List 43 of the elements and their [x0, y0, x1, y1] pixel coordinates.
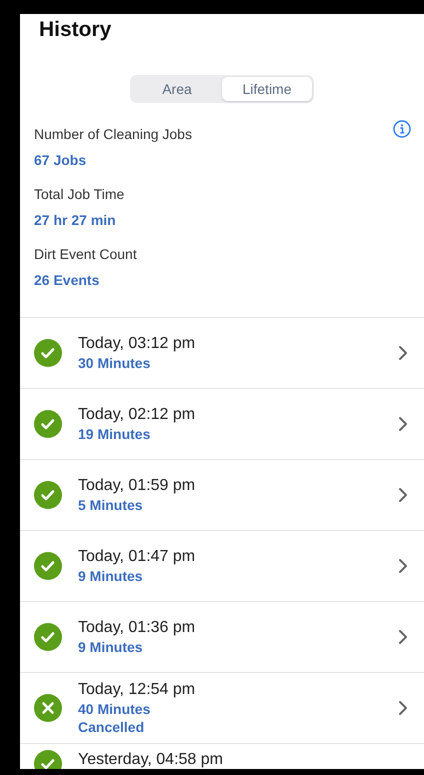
job-duration: 19 Minutes: [78, 425, 152, 443]
segment-tab[interactable]: Area: [132, 77, 222, 101]
job-time: Today, 01:36 pm: [78, 618, 196, 638]
job-row[interactable]: Today, 01:59 pm 5 Minutes: [20, 460, 424, 531]
chevron-right-icon: [398, 416, 408, 432]
page-title: History: [38, 17, 112, 43]
job-row[interactable]: Yesterday, 04:58 pm: [20, 744, 424, 769]
job-time: Yesterday, 04:58 pm: [78, 750, 224, 769]
job-row[interactable]: Today, 03:12 pm 30 Minutes: [20, 318, 424, 389]
job-duration: 9 Minutes: [78, 638, 144, 656]
job-time: Today, 01:59 pm: [78, 476, 196, 496]
job-duration: 9 Minutes: [78, 567, 144, 585]
chevron-right-icon: [398, 700, 408, 716]
stat-value: 27 hr 27 min: [34, 211, 116, 229]
job-time: Today, 01:47 pm: [78, 547, 196, 567]
job-row[interactable]: Today, 01:47 pm 9 Minutes: [20, 531, 424, 602]
job-duration: 40 Minutes: [78, 700, 152, 718]
segment-tab[interactable]: Lifetime: [222, 77, 312, 101]
check-circle-icon: [34, 552, 62, 580]
job-duration: 30 Minutes: [78, 354, 152, 372]
job-time: Today, 03:12 pm: [78, 334, 196, 354]
chevron-right-icon: [398, 629, 408, 645]
job-row[interactable]: Today, 12:54 pm 40 Minutes Cancelled: [20, 673, 424, 744]
cross-circle-icon: [34, 694, 62, 722]
stat-value: 26 Events: [34, 271, 100, 289]
job-time: Today, 02:12 pm: [78, 405, 196, 425]
chevron-right-icon: [398, 345, 408, 361]
chevron-right-icon: [398, 487, 408, 503]
check-circle-icon: [34, 623, 62, 651]
job-duration: 5 Minutes: [78, 496, 144, 514]
job-row[interactable]: Today, 02:12 pm 19 Minutes: [20, 389, 424, 460]
job-time: Today, 12:54 pm: [78, 680, 196, 700]
stat-label: Number of Cleaning Jobs: [34, 125, 192, 143]
stat-label: Dirt Event Count: [34, 245, 137, 263]
job-row[interactable]: Today, 01:36 pm 9 Minutes: [20, 602, 424, 673]
info-icon[interactable]: [393, 120, 411, 138]
job-status: Cancelled: [78, 718, 146, 736]
stat-value: 67 Jobs: [34, 151, 86, 169]
check-circle-icon: [34, 339, 62, 367]
stat-label: Total Job Time: [34, 185, 124, 203]
chevron-right-icon: [398, 558, 408, 574]
check-circle-icon: [34, 410, 62, 438]
check-circle-icon: [34, 481, 62, 509]
